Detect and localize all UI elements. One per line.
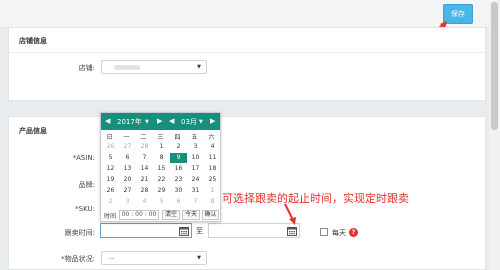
store-select[interactable]: ▼ (101, 60, 207, 74)
calendar-day[interactable]: 19 (102, 175, 119, 185)
calendar-day[interactable]: 4 (204, 142, 221, 152)
calendar-day[interactable]: 9 (170, 153, 187, 163)
daily-checkbox[interactable] (320, 228, 328, 236)
chevron-down-icon: ▼ (197, 64, 201, 70)
calendar-day[interactable]: 23 (170, 175, 187, 185)
year-label[interactable]: 2017年 (117, 117, 142, 127)
help-icon[interactable]: ? (349, 228, 358, 237)
calendar-day[interactable]: 20 (119, 175, 136, 185)
calendar-day[interactable]: 31 (187, 186, 204, 196)
calendar-day[interactable]: 6 (119, 153, 136, 163)
to-label: 至 (196, 227, 203, 235)
prev-month-icon[interactable]: ◀ (169, 117, 174, 125)
calendar-day[interactable]: 10 (187, 153, 204, 163)
calendar-day[interactable]: 15 (153, 164, 170, 174)
condition-select[interactable]: -- ▼ (101, 251, 207, 265)
store-info-panel: 店铺信息 店铺: ▼ (8, 27, 486, 101)
calendar-day[interactable]: 7 (187, 197, 204, 207)
annotation-text: 可选择跟卖的起止时间，实现定时跟卖 (222, 192, 409, 205)
annotation-arrow-date (284, 203, 296, 225)
scrollbar-thumb[interactable] (491, 2, 498, 130)
weekday-label: 五 (191, 134, 198, 141)
calendar-day[interactable]: 2 (102, 197, 119, 207)
calendar-day[interactable]: 28 (136, 186, 153, 196)
time-input[interactable]: 00 : 00 : 00 (119, 210, 159, 220)
store-panel-title: 店铺信息 (19, 37, 47, 45)
calendar-day[interactable]: 7 (136, 153, 153, 163)
weekday-row: 日一二三四五六 (101, 130, 220, 141)
confirm-button[interactable]: 确认 (202, 210, 219, 220)
calendar-day[interactable]: 5 (102, 153, 119, 163)
today-button[interactable]: 今天 (182, 210, 200, 220)
brand-label: 品牌: (78, 181, 95, 189)
store-value-blurred (114, 65, 140, 70)
calendar-day[interactable]: 30 (170, 186, 187, 196)
calendar-day[interactable]: 1 (204, 186, 221, 196)
divider (9, 52, 485, 53)
date-picker-header: ◀ 2017年 ▼ ▶ ◀ 03月 ▼ ▶ (101, 113, 220, 130)
sku-label: *SKU: (75, 205, 95, 213)
chevron-down-icon: ▼ (197, 255, 201, 261)
next-month-icon[interactable]: ▶ (210, 117, 215, 125)
year-dropdown-icon[interactable]: ▼ (145, 119, 149, 125)
calendar-day[interactable]: 13 (119, 164, 136, 174)
calendar-day[interactable]: 18 (204, 164, 221, 174)
calendar-day[interactable]: 21 (136, 175, 153, 185)
calendar-day[interactable]: 3 (119, 197, 136, 207)
prev-year-icon[interactable]: ◀ (105, 117, 110, 125)
calendar-day[interactable]: 1 (153, 142, 170, 152)
weekday-label: 六 (208, 134, 215, 141)
weekday-label: 二 (140, 134, 147, 141)
product-panel-title: 产品信息 (19, 127, 47, 135)
weekday-label: 三 (157, 134, 164, 141)
calendar-day[interactable]: 8 (204, 197, 221, 207)
asin-label: *ASIN: (72, 154, 95, 162)
calendar-icon[interactable] (287, 226, 297, 236)
store-label: 店铺: (78, 64, 95, 72)
calendar-day[interactable]: 3 (187, 142, 204, 152)
clear-button[interactable]: 清空 (162, 210, 180, 220)
date-picker-footer: 时间 00 : 00 : 00 清空 今天 确认 (101, 209, 220, 222)
calendar-day[interactable]: 29 (153, 186, 170, 196)
start-date-input[interactable] (100, 223, 192, 238)
next-year-icon[interactable]: ▶ (157, 117, 162, 125)
calendar-day[interactable]: 6 (170, 197, 187, 207)
calendar-day[interactable]: 27 (119, 142, 136, 152)
weekday-label: 一 (123, 134, 130, 141)
calendar-day[interactable]: 4 (136, 197, 153, 207)
calendar-day[interactable]: 17 (187, 164, 204, 174)
calendar-day[interactable]: 26 (102, 142, 119, 152)
calendar-day[interactable]: 28 (136, 142, 153, 152)
follow-time-label: 跟卖时间: (64, 229, 95, 237)
month-label[interactable]: 03月 (181, 117, 197, 127)
daily-label: 每天 (332, 229, 346, 237)
calendar-day[interactable]: 11 (204, 153, 221, 163)
calendar-day[interactable]: 22 (153, 175, 170, 185)
condition-value: -- (109, 255, 115, 263)
calendar-day[interactable]: 16 (170, 164, 187, 174)
date-picker: ◀ 2017年 ▼ ▶ ◀ 03月 ▼ ▶ 日一二三四五六 26 27 28 1 2 3 4… (100, 112, 221, 222)
calendar-day[interactable]: 14 (136, 164, 153, 174)
calendar-day[interactable]: 2 (170, 142, 187, 152)
calendar-day[interactable]: 12 (102, 164, 119, 174)
calendar-day[interactable]: 5 (153, 197, 170, 207)
calendar-day[interactable]: 24 (187, 175, 204, 185)
calendar-day[interactable]: 25 (204, 175, 221, 185)
condition-label: *物品状况: (61, 255, 95, 263)
time-label: 时间 (104, 213, 117, 220)
weekday-label: 四 (174, 134, 181, 141)
weekday-label: 日 (106, 134, 113, 141)
calendar-day[interactable]: 27 (119, 186, 136, 196)
calendar-icon[interactable] (179, 226, 189, 236)
month-dropdown-icon[interactable]: ▼ (199, 119, 203, 125)
calendar-day[interactable]: 8 (153, 153, 170, 163)
calendar-day[interactable]: 26 (102, 186, 119, 196)
